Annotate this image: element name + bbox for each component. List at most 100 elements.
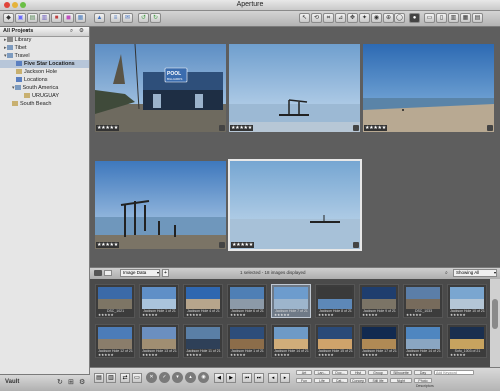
stamp-tool-icon[interactable]: ✦	[359, 13, 370, 23]
import-icon[interactable]: ▲	[94, 13, 105, 23]
rotate-right-icon[interactable]: ↻	[150, 13, 161, 23]
rotate-tool-icon[interactable]: ⟲	[311, 13, 322, 23]
keyword-button[interactable]: Day	[414, 370, 432, 375]
next-stack-icon[interactable]: ⏭	[254, 373, 264, 383]
keyword-button[interactable]: Concep	[350, 378, 366, 383]
keyword-button[interactable]: Fun	[296, 378, 312, 383]
keyword-button[interactable]: Photo Descriptors	[414, 378, 434, 388]
thumbnail[interactable]: Sofu_1003 of 21 ★★★★★	[447, 324, 487, 358]
vault-gear-icon[interactable]: ⚙	[79, 378, 85, 386]
new-project-icon[interactable]: ◆	[3, 13, 14, 23]
sidebar-item-five-star-locations[interactable]: Five Star Locations	[0, 60, 89, 68]
swap-icon[interactable]: ⇄	[120, 373, 130, 383]
thumbnail[interactable]: Jackson Hole 15 of 21 ★★★★★	[315, 324, 355, 358]
sidebar-item-travel[interactable]: ▾ Travel	[4, 52, 30, 60]
keyword-button[interactable]: Lan...	[314, 370, 330, 375]
thumbnail[interactable]: DSC_1021 ★★★★★	[95, 284, 135, 318]
sidebar-item-uruguay[interactable]: URUGUAY	[24, 92, 59, 100]
show-metadata-icon[interactable]: ▥	[106, 373, 116, 383]
refresh-vault-icon[interactable]: ↻	[57, 378, 63, 386]
new-smart-album-icon[interactable]: ▥	[39, 13, 50, 23]
stack-icon[interactable]: ≡	[110, 13, 121, 23]
rating-down-button[interactable]: ▾	[172, 372, 183, 383]
rating-up-button[interactable]: ▴	[185, 372, 196, 383]
keyword-button[interactable]: Group	[368, 370, 388, 375]
filter-select[interactable]: Showing All ▾	[453, 269, 497, 277]
browser-grid-toggle-icon[interactable]	[94, 270, 102, 276]
add-keyword-field[interactable]: Add Keyword	[434, 370, 474, 375]
keyword-button[interactable]: Still life	[368, 378, 388, 383]
sidebar-item-south-beach[interactable]: South Beach	[12, 100, 52, 108]
thumbnail[interactable]: Jackson Hole 9 of 21 ★★★★★	[359, 284, 399, 318]
show-projects-icon[interactable]: ▤	[94, 373, 104, 383]
sidebar-item-locations[interactable]: Locations	[16, 76, 48, 84]
accept-button[interactable]: ✓	[159, 372, 170, 383]
next-image-icon[interactable]: ▶	[226, 373, 236, 383]
keyword-button[interactable]: Cat...	[332, 378, 348, 383]
new-light-table-icon[interactable]: ◼	[63, 13, 74, 23]
thumbnail[interactable]: Jackson Hole 14 of 21 ★★★★★	[403, 324, 443, 358]
add-vault-icon[interactable]: ⊞	[68, 378, 74, 386]
scrollbar-thumb[interactable]	[492, 299, 498, 329]
thumbnail[interactable]: DSC_1033 ★★★★★	[403, 284, 443, 318]
new-folder-icon[interactable]: ▤	[27, 13, 38, 23]
search-icon[interactable]: ⌕	[70, 28, 73, 35]
gear-icon[interactable]: ⚙	[79, 28, 84, 34]
primary-only-button[interactable]: ◉	[198, 372, 209, 383]
select-tool-icon[interactable]: ↖	[299, 13, 310, 23]
viewer-photo[interactable]: ★★★★★	[363, 44, 494, 132]
redeye-tool-icon[interactable]: ◉	[371, 13, 382, 23]
thumbnail[interactable]: Jackson Hole 1 of 21 ★★★★★	[227, 324, 267, 358]
lift-tool-icon[interactable]: ✥	[347, 13, 358, 23]
keyword-button[interactable]: Doc...	[332, 370, 348, 375]
thumbnail[interactable]: Jackson Hole 8 of 21 ★★★★★	[315, 284, 355, 318]
thumbnail[interactable]: Jackson Hole 1 of 21 ★★★★★	[139, 284, 179, 318]
crop-tool-icon[interactable]: ⌗	[323, 13, 334, 23]
viewer-photo-selected[interactable]: ★★★★★	[228, 159, 362, 251]
keyword-button[interactable]: Night	[390, 378, 412, 383]
thumbnail[interactable]: Jackson Hole 6 of 21 ★★★★★	[227, 284, 267, 318]
thumbnail[interactable]: Jackson Hole 17 of 21 ★★★★★	[359, 324, 399, 358]
new-book-icon[interactable]: ■	[51, 13, 62, 23]
browser-list-toggle-icon[interactable]	[104, 270, 112, 276]
previous-stack-icon[interactable]: ⏮	[242, 373, 252, 383]
layout-icon[interactable]: ▤	[472, 13, 483, 23]
previous-image-icon[interactable]: ◀	[214, 373, 224, 383]
split-view-icon[interactable]: ▯	[436, 13, 447, 23]
thumbnail-selected[interactable]: Jackson Hole 7 of 21 ★★★★★	[271, 284, 311, 318]
thumbnail[interactable]: Jackson Hole 10 of 21 ★★★★★	[447, 284, 487, 318]
browser-scrollbar[interactable]	[490, 279, 500, 367]
straighten-tool-icon[interactable]: ⊿	[335, 13, 346, 23]
sidebar-item-jackson-hole[interactable]: Jackson Hole	[16, 68, 57, 76]
spot-tool-icon[interactable]: ⊕	[383, 13, 394, 23]
viewer-photo[interactable]: POOL BILLIARDS ★★★★★	[95, 44, 226, 132]
add-metadata-button[interactable]: +	[162, 269, 169, 277]
keyword-button[interactable]: Silhouette	[390, 370, 412, 375]
sidebar-item-south-america[interactable]: ▾ South America	[12, 84, 58, 92]
keyword-button[interactable]: Life	[314, 378, 330, 383]
rotate-left-icon[interactable]: ↺	[138, 13, 149, 23]
thumbnail[interactable]: Jackson Hole 11 of 21 ★★★★★	[183, 324, 223, 358]
sidebar-item-tibet[interactable]: ▸ Tibet	[4, 44, 27, 52]
browser-grid-icon[interactable]: ▦	[460, 13, 471, 23]
sidebar-item-library[interactable]: ▸ Library	[4, 36, 31, 44]
viewer-photo[interactable]: ★★★★★	[229, 44, 360, 132]
full-screen-icon[interactable]: ●	[409, 13, 420, 23]
reject-button[interactable]: ✕	[146, 372, 157, 383]
new-album-icon[interactable]: ▣	[15, 13, 26, 23]
thumbnail[interactable]: Jackson Hole 12 of 21 ★★★★★	[95, 324, 135, 358]
thumbnail[interactable]: Jackson Hole 13 of 21 ★★★★★	[139, 324, 179, 358]
metadata-view-select[interactable]: Image Data ▾	[120, 269, 160, 277]
multi-view-icon[interactable]: ▥	[448, 13, 459, 23]
search-icon[interactable]: ⌕	[445, 270, 448, 276]
email-icon[interactable]: ✉	[122, 13, 133, 23]
keyword-button[interactable]: Art	[296, 370, 312, 375]
thumbnail[interactable]: Jackson Hole 14 of 21 ★★★★★	[271, 324, 311, 358]
viewer-mode-icon[interactable]: ▭	[424, 13, 435, 23]
thumbnail[interactable]: Jackson Hole 4 of 21 ★★★★★	[183, 284, 223, 318]
viewer-photo[interactable]: ★★★★★	[95, 161, 226, 249]
chevron-down-icon[interactable]: ▾	[26, 28, 29, 34]
keyword-group-next-icon[interactable]: ▸	[280, 373, 290, 383]
new-web-gallery-icon[interactable]: ▦	[75, 13, 86, 23]
keyword-group-previous-icon[interactable]: ◂	[268, 373, 278, 383]
